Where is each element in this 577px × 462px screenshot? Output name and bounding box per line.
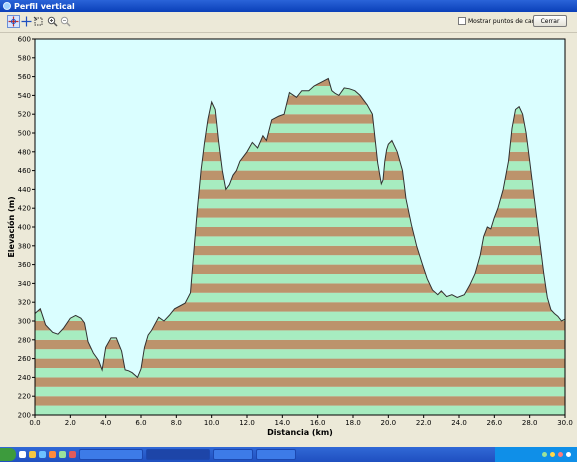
elevation-band: [35, 368, 565, 378]
taskbar-item-4[interactable]: [256, 449, 296, 460]
crosshair-tool-icon: [21, 16, 32, 27]
close-button[interactable]: Cerrar: [533, 15, 567, 27]
x-tick-label: 10.0: [204, 419, 220, 427]
x-tick-label: 18.0: [345, 419, 361, 427]
y-tick-label: 200: [18, 412, 31, 420]
elevation-band: [35, 386, 565, 397]
x-tick-label: 6.0: [135, 419, 146, 427]
x-tick-label: 14.0: [275, 419, 291, 427]
y-tick-label: 360: [18, 261, 31, 269]
y-tick-label: 460: [18, 167, 31, 175]
elevation-band: [35, 339, 565, 350]
y-tick-label: 440: [18, 186, 31, 194]
quicklaunch-media-icon[interactable]: [49, 451, 56, 458]
y-axis-label: Elevación (m): [6, 196, 16, 257]
pan-tool-icon: [8, 16, 19, 27]
x-tick-label: 26.0: [487, 419, 503, 427]
y-tick-label: 600: [18, 36, 31, 44]
x-tick-label: 20.0: [381, 419, 397, 427]
window-title: Perfil vertical: [14, 1, 75, 11]
chart-svg[interactable]: 0.0 2.0 4.0 6.0 8.0 10.0 12.0 14.0 16.0 18.0 20.0 2…: [0, 33, 577, 447]
quicklaunch-app-icon[interactable]: [59, 451, 66, 458]
x-tick-label: 0.0: [29, 419, 40, 427]
y-tick-label: 480: [18, 148, 31, 156]
y-tick-label: 420: [18, 205, 31, 213]
app-icon: [3, 2, 11, 10]
elevation-band: [35, 377, 565, 387]
quicklaunch-desktop-icon[interactable]: [19, 451, 26, 458]
zoom-out-icon: [60, 16, 71, 27]
system-tray: [495, 447, 577, 462]
x-tick-label: 22.0: [416, 419, 432, 427]
y-tick-label: 540: [18, 92, 31, 100]
select-area-button[interactable]: [32, 15, 45, 28]
y-tick-label: 320: [18, 299, 31, 307]
x-tick-label: 2.0: [65, 419, 76, 427]
x-axis-label: Distancia (km): [267, 428, 333, 437]
taskbar-item-mapsource[interactable]: [79, 449, 143, 460]
quicklaunch-browser-icon[interactable]: [39, 451, 46, 458]
x-tick-label: 28.0: [522, 419, 538, 427]
x-tick-label: 30.0: [557, 419, 573, 427]
elevation-band: [35, 405, 565, 415]
quicklaunch-app2-icon[interactable]: [69, 451, 76, 458]
tray-volume-icon[interactable]: [550, 452, 555, 457]
select-area-icon: [33, 16, 43, 26]
y-tick-label: 520: [18, 111, 31, 119]
zoom-out-button[interactable]: [59, 15, 72, 28]
tray-app-icon[interactable]: [566, 452, 571, 457]
x-tick-label: 12.0: [239, 419, 255, 427]
taskbar: [0, 447, 577, 462]
y-tick-label: 280: [18, 336, 31, 344]
elevation-band: [35, 396, 565, 406]
elevation-profile-chart: 0.0 2.0 4.0 6.0 8.0 10.0 12.0 14.0 16.0 18.0 20.0 2…: [0, 33, 577, 447]
x-tick-label: 24.0: [451, 419, 467, 427]
y-tick-label: 580: [18, 54, 31, 62]
tray-security-icon[interactable]: [558, 452, 563, 457]
y-tick-label: 260: [18, 355, 31, 363]
x-tick-label: 16.0: [310, 419, 326, 427]
y-tick-label: 340: [18, 280, 31, 288]
checkbox-box[interactable]: [458, 17, 466, 25]
elevation-band: [35, 358, 565, 368]
window-titlebar: Perfil vertical: [0, 0, 577, 12]
elevation-band: [35, 349, 565, 359]
taskbar-item-3[interactable]: [213, 449, 253, 460]
zoom-in-button[interactable]: [46, 15, 59, 28]
y-tick-label: 380: [18, 242, 31, 250]
y-tick-label: 240: [18, 374, 31, 382]
start-button[interactable]: [0, 448, 16, 461]
y-tick-label: 500: [18, 130, 31, 138]
quicklaunch-folder-icon[interactable]: [29, 451, 36, 458]
y-tick-label: 300: [18, 318, 31, 326]
y-tick-label: 220: [18, 393, 31, 401]
taskbar-item-document[interactable]: [146, 449, 210, 460]
x-tick-label: 8.0: [171, 419, 182, 427]
zoom-in-icon: [47, 16, 58, 27]
tray-network-icon[interactable]: [542, 452, 547, 457]
y-tick-label: 560: [18, 73, 31, 81]
y-tick-label: 400: [18, 224, 31, 232]
x-tick-label: 4.0: [100, 419, 111, 427]
pan-tool-button[interactable]: [7, 15, 20, 28]
